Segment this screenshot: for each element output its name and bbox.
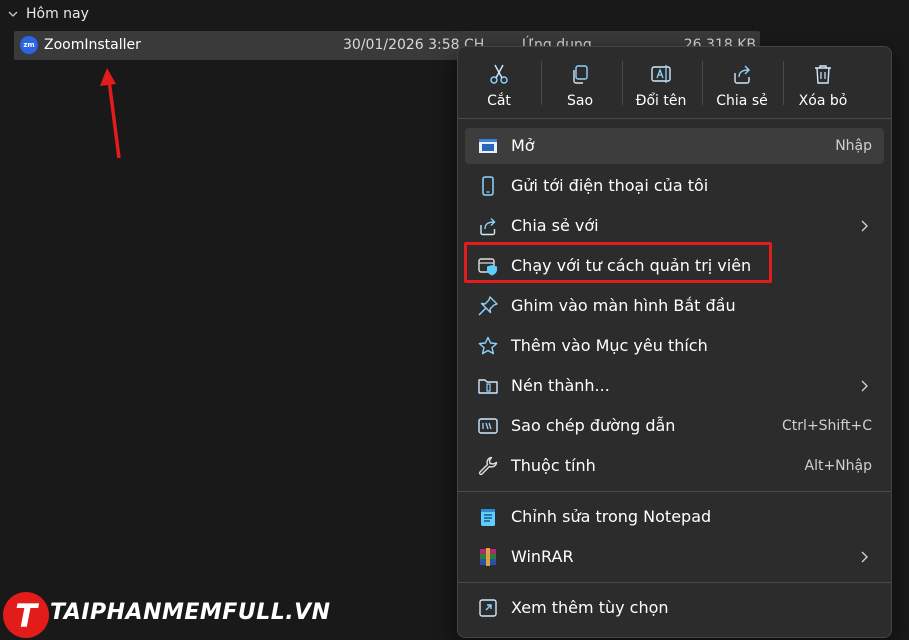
menu-item-open[interactable]: Mở Nhập [465,128,884,164]
scissors-icon [490,64,508,84]
menu-item-add-to-favorites-label: Thêm vào Mục yêu thích [511,336,708,355]
phone-icon [482,176,494,196]
rename-button[interactable]: Đổi tên [624,57,698,115]
chevron-right-icon [861,220,868,232]
quick-separator [541,61,542,105]
menu-item-copy-as-path[interactable]: Sao chép đường dẫn Ctrl+Shift+C [465,408,884,444]
menu-item-compress-to-label: Nén thành... [511,376,610,395]
menu-item-copy-as-path-shortcut: Ctrl+Shift+C [782,418,872,434]
rename-label: Đổi tên [635,93,687,109]
menu-separator [458,118,891,119]
menu-item-properties[interactable]: Thuộc tính Alt+Nhập [465,448,884,484]
group-header-today[interactable]: Hôm nay [6,3,89,25]
notepad-icon [481,509,495,526]
share-with-icon [480,218,496,236]
menu-item-properties-shortcut: Alt+Nhập [804,458,873,474]
group-header-label: Hôm nay [26,6,89,22]
quick-separator [702,61,703,105]
zip-folder-icon [478,379,498,394]
menu-separator [458,491,891,492]
pin-icon [478,296,498,316]
delete-button[interactable]: Xóa bỏ [786,57,860,115]
context-menu: Cắt Sao Đổi tên Chia sẻ Xóa bỏ Mở Nhập G… [457,46,892,638]
share-icon [734,65,750,84]
more-options-icon [479,599,497,617]
menu-item-winrar[interactable]: WinRAR [465,539,884,575]
trash-icon [815,65,831,84]
copy-icon [573,65,588,84]
menu-item-pin-to-start[interactable]: Ghim vào màn hình Bắt đầu [465,288,884,324]
copy-path-icon [478,418,498,434]
menu-item-add-to-favorites[interactable]: Thêm vào Mục yêu thích [465,328,884,364]
cut-button[interactable]: Cắt [462,57,536,115]
menu-item-open-label: Mở [511,136,535,155]
menu-item-show-more-options[interactable]: Xem thêm tùy chọn [465,590,884,626]
copy-button[interactable]: Sao [543,57,617,115]
menu-item-compress-to[interactable]: Nén thành... [465,368,884,404]
copy-label: Sao [566,93,594,109]
menu-item-properties-label: Thuộc tính [511,456,596,475]
quick-separator [622,61,623,105]
cut-label: Cắt [487,93,511,109]
rename-icon [651,65,671,83]
menu-item-edit-in-notepad-label: Chỉnh sửa trong Notepad [511,507,712,526]
red-arrow-annotation [100,68,121,159]
file-name: ZoomInstaller [44,37,141,53]
menu-separator [458,582,891,583]
wrench-icon [478,456,498,476]
delete-label: Xóa bỏ [798,93,848,109]
chevron-right-icon [861,380,868,392]
open-window-icon [479,139,497,153]
winrar-icon [480,548,496,566]
menu-item-edit-in-notepad[interactable]: Chỉnh sửa trong Notepad [465,499,884,535]
red-highlight-box [464,242,772,283]
watermark-t-icon: T [3,592,49,638]
watermark-text: TAIPHANMEMFULL.VN [50,600,331,625]
menu-item-open-shortcut: Nhập [835,138,872,154]
zoom-app-icon: zm [20,36,38,54]
chevron-right-icon [861,551,868,563]
menu-item-share-with[interactable]: Chia sẻ với [465,208,884,244]
menu-item-send-to-phone-label: Gửi tới điện thoại của tôi [511,176,709,195]
watermark-logo-letter: T [15,597,39,635]
menu-item-pin-to-start-label: Ghim vào màn hình Bắt đầu [511,296,736,315]
watermark-logo: T TAIPHANMEMFULL.VN [0,589,340,640]
menu-item-winrar-label: WinRAR [511,547,574,566]
share-button[interactable]: Chia sẻ [705,57,779,115]
quick-separator [783,61,784,105]
share-label: Chia sẻ [716,93,768,109]
star-icon [478,336,498,355]
menu-item-show-more-options-label: Xem thêm tùy chọn [511,598,669,617]
zoom-icon-text: zm [23,41,35,49]
menu-item-send-to-phone[interactable]: Gửi tới điện thoại của tôi [465,168,884,204]
chevron-down-icon [8,11,18,17]
quick-action-bar: Cắt Sao Đổi tên Chia sẻ Xóa bỏ [458,47,891,121]
menu-item-copy-as-path-label: Sao chép đường dẫn [511,416,676,435]
menu-item-share-with-label: Chia sẻ với [511,216,599,235]
